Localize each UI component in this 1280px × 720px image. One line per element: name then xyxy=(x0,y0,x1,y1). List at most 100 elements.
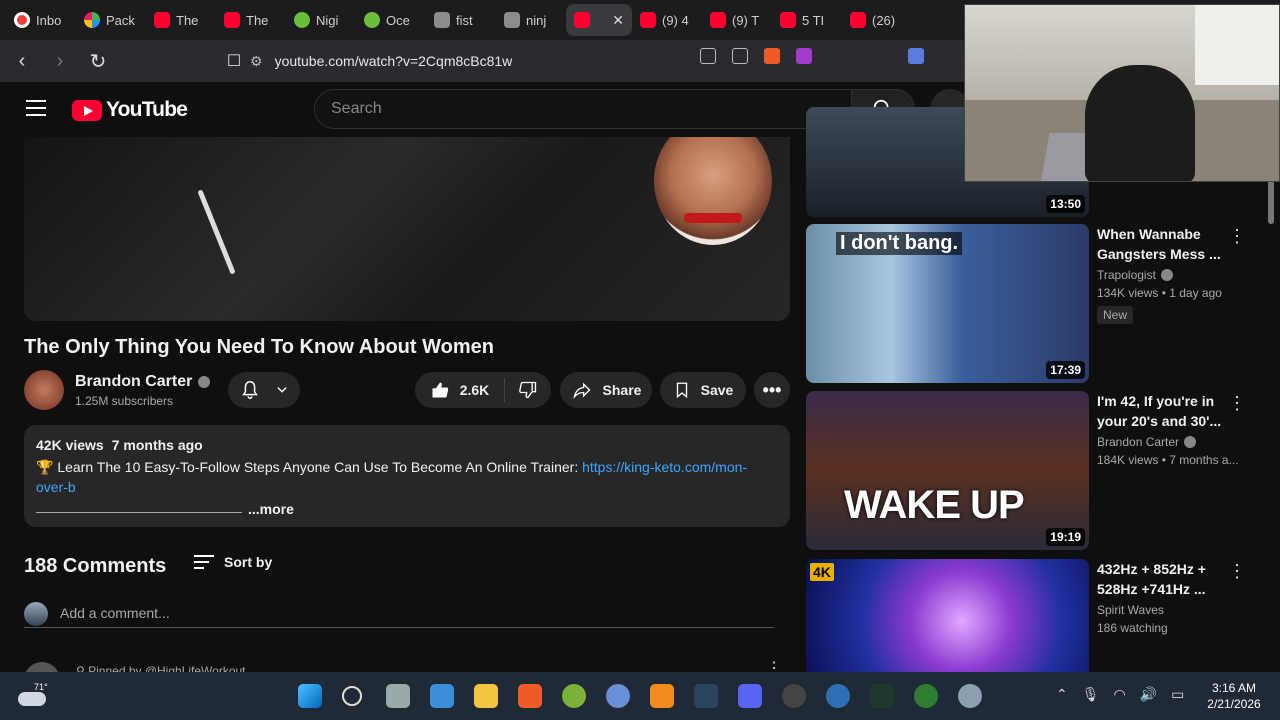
browser-tab[interactable]: The xyxy=(216,4,286,36)
system-clock[interactable]: 3:16 AM 2/21/2026 xyxy=(1196,680,1272,712)
cloud-app-icon[interactable] xyxy=(606,684,630,708)
video-player[interactable] xyxy=(24,137,790,321)
mic-icon[interactable]: 🎙 xyxy=(1082,686,1100,703)
store-icon[interactable] xyxy=(430,684,454,708)
cast-icon[interactable] xyxy=(700,48,716,64)
weather-widget[interactable]: 71° xyxy=(18,682,48,706)
video-title: The Only Thing You Need To Know About Wo… xyxy=(24,336,494,358)
duration-badge: 17:39 xyxy=(1046,361,1085,379)
channel-avatar[interactable] xyxy=(24,370,64,410)
share-button[interactable]: Share xyxy=(560,372,652,408)
chevron-down-icon xyxy=(277,387,287,393)
verified-icon xyxy=(1160,269,1173,281)
save-button[interactable]: Save xyxy=(660,372,746,408)
bookmark-icon[interactable]: ☐ xyxy=(218,45,250,77)
chevron-up-icon[interactable]: ⌃ xyxy=(1056,686,1068,703)
add-comment-input[interactable]: Add a comment... xyxy=(60,605,170,621)
thumbs-up-icon xyxy=(432,382,448,398)
brave-shield-icon[interactable] xyxy=(764,48,780,64)
brave-rewards-icon[interactable] xyxy=(796,48,812,64)
browser-tab[interactable]: (9) 4 xyxy=(632,4,702,36)
search-icon[interactable] xyxy=(342,686,362,706)
browser-tab[interactable]: fist xyxy=(426,4,496,36)
close-tab-icon[interactable]: ✕ xyxy=(612,12,624,29)
youtube-icon xyxy=(640,12,656,28)
verified-icon xyxy=(198,376,211,388)
more-actions-button[interactable]: ••• xyxy=(754,372,790,408)
brave-browser-icon[interactable] xyxy=(518,684,542,708)
gmail-icon xyxy=(14,12,30,28)
channel-name[interactable]: Brandon Carter xyxy=(1097,435,1247,449)
video-thumbnail[interactable]: WAKE UP 19:19 xyxy=(806,391,1089,550)
share-icon[interactable] xyxy=(732,48,748,64)
steam-icon[interactable] xyxy=(694,684,718,708)
related-video-card[interactable]: WAKE UP 19:19 I'm 42, If you're in your … xyxy=(806,391,1266,551)
site-info-icon[interactable]: ⚙ xyxy=(250,53,263,70)
youtube-icon xyxy=(224,12,240,28)
file-explorer-icon[interactable] xyxy=(474,684,498,708)
ccleaner-icon[interactable] xyxy=(826,684,850,708)
wifi-icon[interactable]: ◠ xyxy=(1114,686,1126,703)
channel-name[interactable]: Brandon Carter xyxy=(75,373,211,391)
browser-tab[interactable]: (9) T xyxy=(702,4,772,36)
forward-icon[interactable]: › xyxy=(44,45,76,77)
show-more-button[interactable]: ...more xyxy=(248,501,294,517)
video-thumbnail[interactable]: 4K xyxy=(806,559,1089,672)
like-button[interactable]: 2.6K xyxy=(415,378,505,402)
page-scrollbar[interactable] xyxy=(1268,180,1274,224)
browser-tab[interactable]: Oce xyxy=(356,4,426,36)
browser-tab[interactable]: Nigi xyxy=(286,4,356,36)
add-comment-row[interactable]: Add a comment... xyxy=(24,602,774,628)
sort-by-button[interactable]: Sort by xyxy=(194,554,272,570)
dislike-button[interactable] xyxy=(505,380,551,400)
related-video-card[interactable]: 4K 432Hz + 852Hz + 528Hz +741Hz ... Spir… xyxy=(806,559,1266,672)
system-tray: ⌃ 🎙 ◠ 🔊 ▭ xyxy=(1056,686,1184,703)
related-video-card[interactable]: I don't bang. 17:39 When Wannabe Gangste… xyxy=(806,224,1266,384)
reload-icon[interactable]: ↻ xyxy=(82,45,114,77)
bookmark-icon xyxy=(676,382,687,399)
extension-icon[interactable] xyxy=(908,48,924,64)
comments-header: 188 Comments Sort by xyxy=(24,552,790,582)
browser-tab[interactable]: 5 TI xyxy=(772,4,842,36)
vlc-icon[interactable] xyxy=(650,684,674,708)
browser-tab[interactable]: Inbo xyxy=(6,4,76,36)
app-icon xyxy=(84,12,100,28)
webcam-window xyxy=(1195,5,1279,85)
menu-icon[interactable] xyxy=(26,100,46,116)
channel-name[interactable]: Spirit Waves xyxy=(1097,603,1247,617)
video-title-link[interactable]: 432Hz + 852Hz + 528Hz +741Hz ... xyxy=(1097,559,1247,599)
browser-tab-active[interactable]: ✕ xyxy=(566,4,632,36)
obs-icon[interactable] xyxy=(782,684,806,708)
discord-icon[interactable] xyxy=(738,684,762,708)
video-menu-icon[interactable]: ⋮ xyxy=(1228,393,1246,414)
windows-start-icon[interactable] xyxy=(298,684,322,708)
play-icon xyxy=(294,12,310,28)
video-title-link[interactable]: I'm 42, If you're in your 20's and 30'..… xyxy=(1097,391,1247,431)
video-title-link[interactable]: When Wannabe Gangsters Mess ... xyxy=(1097,224,1247,264)
video-menu-icon[interactable]: ⋮ xyxy=(1228,226,1246,247)
search-input[interactable]: Search xyxy=(314,89,852,129)
task-view-icon[interactable] xyxy=(386,684,410,708)
youtube-icon xyxy=(850,12,866,28)
video-menu-icon[interactable]: ⋮ xyxy=(1228,561,1246,582)
volume-icon[interactable]: 🔊 xyxy=(1140,686,1157,703)
browser-tab[interactable]: ninj xyxy=(496,4,566,36)
duration-badge: 19:19 xyxy=(1046,528,1085,546)
video-thumbnail[interactable]: I don't bang. 17:39 xyxy=(806,224,1089,383)
channel-name[interactable]: Trapologist xyxy=(1097,268,1247,282)
terminal-icon[interactable] xyxy=(870,684,894,708)
globe-app-icon[interactable] xyxy=(958,684,982,708)
youtube-logo[interactable]: YouTube xyxy=(72,98,188,122)
back-icon[interactable]: ‹ xyxy=(6,45,38,77)
app-green-icon[interactable] xyxy=(562,684,586,708)
notification-bell-button[interactable] xyxy=(228,372,300,408)
battery-icon[interactable]: ▭ xyxy=(1171,686,1184,703)
cloud-icon xyxy=(18,692,46,706)
description-box[interactable]: 42K views 7 months ago 🏆 Learn The 10 Eas… xyxy=(24,425,790,527)
url-text: youtube.com/watch?v=2Cqm8cBc81w xyxy=(274,53,513,69)
browser-tab[interactable]: Pack xyxy=(76,4,146,36)
play-icon xyxy=(364,12,380,28)
upwork-icon[interactable] xyxy=(914,684,938,708)
browser-tab[interactable]: The xyxy=(146,4,216,36)
browser-tab[interactable]: (26) xyxy=(842,4,912,36)
